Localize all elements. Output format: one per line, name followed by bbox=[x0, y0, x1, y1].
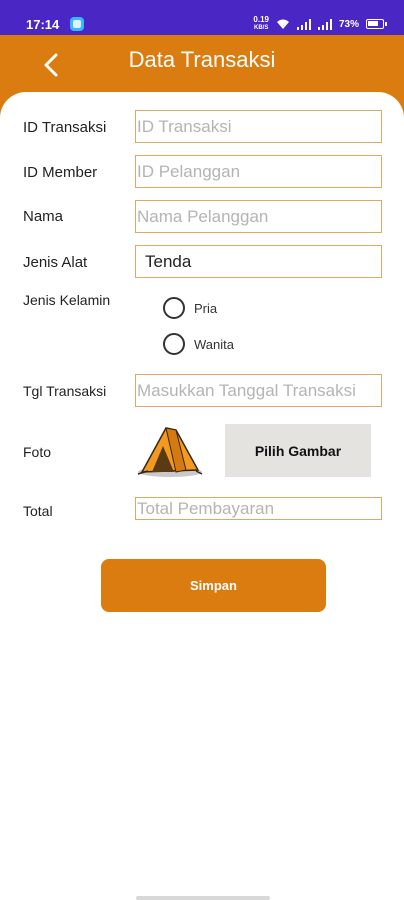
app-header: Data Transaksi bbox=[0, 35, 404, 95]
tgl-transaksi-placeholder: Masukkan Tanggal Transaksi bbox=[137, 380, 356, 400]
tgl-transaksi-input[interactable]: Masukkan Tanggal Transaksi bbox=[135, 374, 382, 407]
label-tgl-transaksi: Tgl Transaksi bbox=[23, 383, 107, 399]
home-indicator bbox=[136, 896, 270, 900]
total-placeholder: Total Pembayaran bbox=[137, 498, 275, 518]
label-jenis-alat: Jenis Alat bbox=[23, 254, 88, 271]
battery-icon bbox=[366, 19, 387, 29]
id-member-placeholder: ID Pelanggan bbox=[137, 161, 241, 181]
radio-circle[interactable] bbox=[163, 297, 185, 319]
id-transaksi-input[interactable]: ID Transaksi bbox=[135, 110, 382, 143]
notification-app-icon bbox=[70, 17, 84, 31]
status-icons: 0.19 KB/S 73% bbox=[253, 15, 387, 32]
pilih-gambar-button[interactable]: Pilih Gambar bbox=[225, 424, 371, 477]
label-total: Total bbox=[23, 503, 53, 519]
signal-icon bbox=[296, 18, 311, 30]
page-title: Data Transaksi bbox=[128, 47, 276, 72]
radio-pria[interactable]: Pria bbox=[163, 297, 217, 319]
id-member-input[interactable]: ID Pelanggan bbox=[135, 155, 382, 188]
signal-icon bbox=[317, 18, 332, 30]
id-transaksi-placeholder: ID Transaksi bbox=[137, 116, 232, 136]
network-speed: 0.19 KB/S bbox=[253, 15, 269, 32]
battery-percent: 73% bbox=[338, 18, 359, 30]
radio-label-pria: Pria bbox=[194, 300, 218, 316]
simpan-button[interactable]: Simpan bbox=[101, 559, 326, 612]
tent-icon bbox=[137, 427, 203, 477]
radio-label-wanita: Wanita bbox=[194, 336, 234, 352]
status-time: 17:14 bbox=[26, 17, 60, 32]
label-foto: Foto bbox=[23, 444, 52, 460]
jenis-alat-input[interactable]: Tenda bbox=[135, 245, 382, 278]
radio-circle[interactable] bbox=[163, 333, 185, 355]
radio-wanita[interactable]: Wanita bbox=[163, 333, 234, 355]
label-nama: Nama bbox=[23, 208, 64, 225]
status-bar: 17:14 0.19 KB/S 73% bbox=[0, 0, 404, 35]
label-id-member: ID Member bbox=[23, 164, 98, 181]
wifi-icon bbox=[276, 19, 289, 29]
label-id-transaksi: ID Transaksi bbox=[23, 119, 107, 136]
total-input[interactable]: Total Pembayaran bbox=[135, 497, 382, 520]
nama-placeholder: Nama Pelanggan bbox=[137, 206, 269, 226]
nama-input[interactable]: Nama Pelanggan bbox=[135, 200, 382, 233]
label-jenis-kelamin: Jenis Kelamin bbox=[23, 292, 111, 308]
jenis-alat-value: Tenda bbox=[145, 251, 192, 271]
